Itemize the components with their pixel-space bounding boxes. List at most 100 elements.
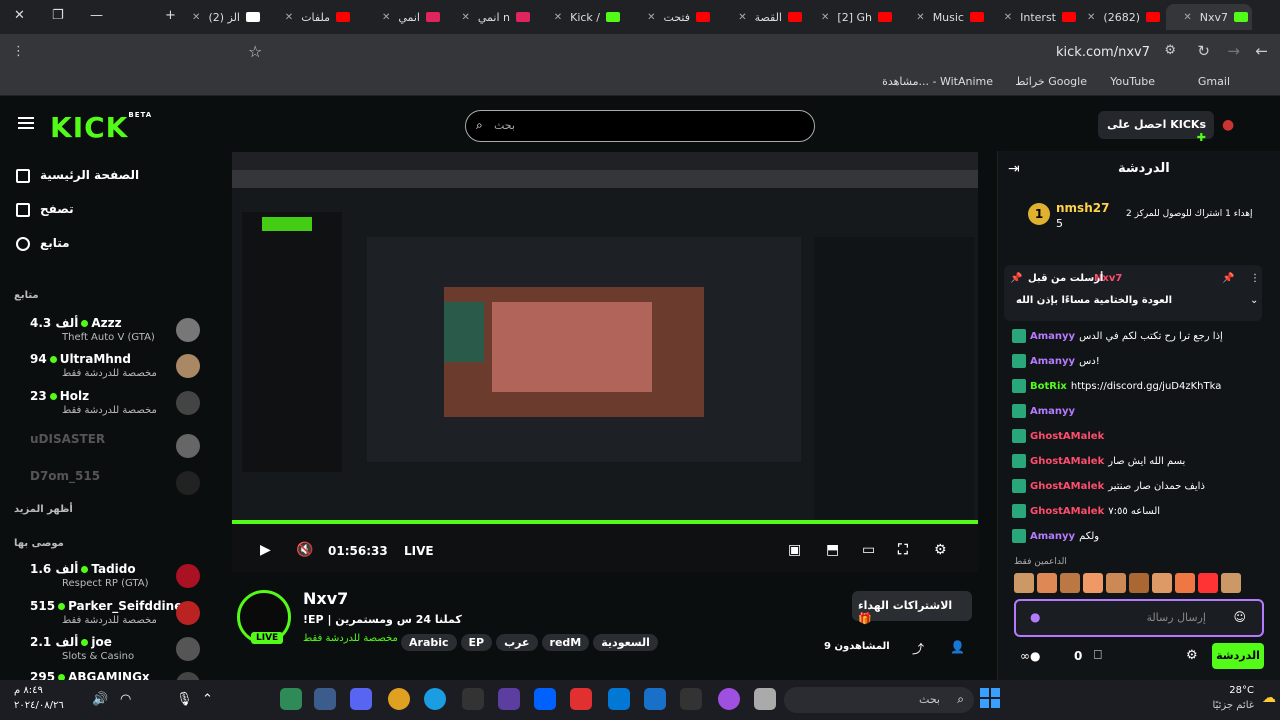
emote-icon[interactable] [1037,573,1057,593]
gear-icon[interactable]: ⚙ [934,542,947,558]
chat-username[interactable]: Amanyy [1030,356,1075,367]
restore-window-icon[interactable]: ❐ [52,8,64,23]
app-icon[interactable] [754,688,776,710]
following-channel[interactable]: 23 Holz مخصصة للدردشة فقط [14,389,200,423]
forward-icon[interactable]: → [1227,42,1240,60]
play-icon[interactable]: ▶ [260,542,271,558]
volume-icon[interactable]: 🔊 [92,692,108,707]
emote-icon[interactable] [1083,573,1103,593]
stream-tag[interactable]: عرب [496,634,538,651]
chat-username[interactable]: GhostAMalek [1030,506,1104,517]
chevron-down-icon[interactable]: ⌄ [1250,295,1258,306]
chat-username[interactable]: GhostAMalek [1030,481,1104,492]
collapse-chat-icon[interactable]: ⇥ [1008,161,1020,177]
emote-icon[interactable] [1198,573,1218,593]
mic-icon[interactable]: 🎙 [176,692,193,707]
dropbox-icon[interactable] [534,688,556,710]
video-player[interactable] [232,152,978,572]
stream-tag[interactable]: redM [541,634,590,651]
search-icon[interactable]: ⌕ [476,118,483,133]
bookmark-gmail[interactable]: Gmail [1198,75,1230,88]
recommended-channel[interactable]: 2.1 ألف joe Slots & Casino [14,635,200,669]
emoji-icon[interactable]: ☺ [1233,610,1246,624]
chat-username[interactable]: Amanyy [1030,531,1075,542]
gift-subs-button[interactable]: الاشتراكات الهداء 🎁 [852,591,972,625]
app-icon[interactable] [498,688,520,710]
browser-tab[interactable]: ✕ انمي n [446,4,534,30]
pip-icon[interactable]: ▣ [788,542,801,558]
chat-username[interactable]: Amanyy [1030,406,1075,417]
close-window-icon[interactable]: ✕ [14,8,25,23]
more-icon[interactable]: ⋮ [1250,273,1260,284]
emote-icon[interactable] [1152,573,1172,593]
infinity-icon[interactable]: ∞● [1020,649,1040,663]
gift-icon[interactable]: ⎕ [1094,648,1102,663]
browser-tab[interactable]: ✕ (2682) [1082,4,1164,30]
browser-tab[interactable]: ✕ Music [898,4,988,30]
minimize-window-icon[interactable]: — [90,8,103,23]
following-channel[interactable]: 94 UltraMhnd مخصصة للدردشة فقط [14,352,200,386]
browser-tab[interactable]: ✕ فتحت [626,4,714,30]
menu-icon[interactable] [18,117,34,129]
recommended-channel[interactable]: 1.6 ألف Tadido Respect RP (GTA) [14,562,200,596]
bookmark-youtube[interactable]: YouTube [1110,75,1155,88]
emote-icon[interactable] [1060,573,1080,593]
emote-icon[interactable] [1221,573,1241,593]
chevron-up-icon[interactable]: ⌃ [202,692,213,707]
share-icon[interactable]: ⤴ [912,640,924,657]
close-tab-icon[interactable]: ✕ [382,12,390,23]
show-more-link[interactable]: أظهر المزيد [14,504,73,515]
unpin-icon[interactable]: 📌 [1222,273,1234,284]
following-channel[interactable]: 4.3 ألف Azzz Theft Auto V (GTA) [14,316,200,350]
epic-icon[interactable] [462,688,484,710]
close-tab-icon[interactable]: ✕ [554,12,562,23]
emote-icon[interactable] [1014,573,1034,593]
recommended-channel[interactable]: 295 ABGAMINGx [14,670,200,680]
bookmark-maps[interactable]: خرائط Google [1015,75,1087,88]
browser-tab[interactable]: ✕ القصة [716,4,806,30]
chat-username[interactable]: Amanyy [1030,331,1075,342]
nav-browse[interactable]: تصفح [16,202,74,217]
wifi-icon[interactable]: ◠ [120,692,131,707]
emote-icon[interactable] [1129,573,1149,593]
app-icon[interactable] [570,688,592,710]
emote-icon[interactable] [1106,573,1126,593]
store-icon[interactable] [644,688,666,710]
browser-tab[interactable]: ✕ Interst [990,4,1080,30]
message-input[interactable]: إرسال رسالة ☺ ● [1014,599,1264,637]
send-button[interactable]: الدردشة [1212,643,1264,669]
browser-tab[interactable]: ✕ Kick / [536,4,624,30]
edge-icon[interactable] [424,688,446,710]
close-tab-icon[interactable]: ✕ [1087,12,1095,23]
nav-home[interactable]: الصفحة الرئيسية [16,168,139,183]
copilot-icon[interactable] [718,688,740,710]
menu-dots-icon[interactable]: ⋮ [12,44,25,59]
leader-name[interactable]: nmsh27 [1056,201,1109,215]
reload-icon[interactable]: ↻ [1197,42,1210,60]
app-icon[interactable] [680,688,702,710]
discord-icon[interactable] [350,688,372,710]
emote-icon[interactable] [1175,573,1195,593]
star-icon[interactable]: ☆ [248,42,262,61]
streamer-name[interactable]: Nxv7 [303,589,348,608]
chat-username[interactable]: GhostAMalek [1030,431,1104,442]
browser-tab[interactable]: ✕ [2] Gh [808,4,896,30]
new-tab-button[interactable]: + [165,8,176,23]
pin-icon[interactable]: 📌 [1010,273,1022,284]
following-channel[interactable]: uDISASTER [14,432,200,466]
stream-tag[interactable]: EP [460,634,493,651]
close-tab-icon[interactable]: ✕ [285,12,293,23]
stream-tag[interactable]: Arabic [401,634,457,651]
browser-tab[interactable]: ✕ ملفات [266,4,354,30]
close-tab-icon[interactable]: ✕ [647,12,655,23]
close-tab-icon[interactable]: ✕ [738,12,746,23]
mute-icon[interactable]: 🔇 [296,542,313,558]
steam-icon[interactable] [314,688,336,710]
fullscreen-icon[interactable]: ⛶ [898,542,908,558]
get-kicks-button[interactable]: احصل على KICKs ✚ [1098,111,1214,144]
nav-following[interactable]: متابع [16,236,70,251]
following-channel[interactable]: D7om_515 [14,469,200,503]
app-icon[interactable] [280,688,302,710]
bookmark-witanime[interactable]: مشاهدة... - WitAnime [882,75,993,88]
recommended-channel[interactable]: 515 Parker_Seifddine مخصصة للدردشة فقط [14,599,200,633]
